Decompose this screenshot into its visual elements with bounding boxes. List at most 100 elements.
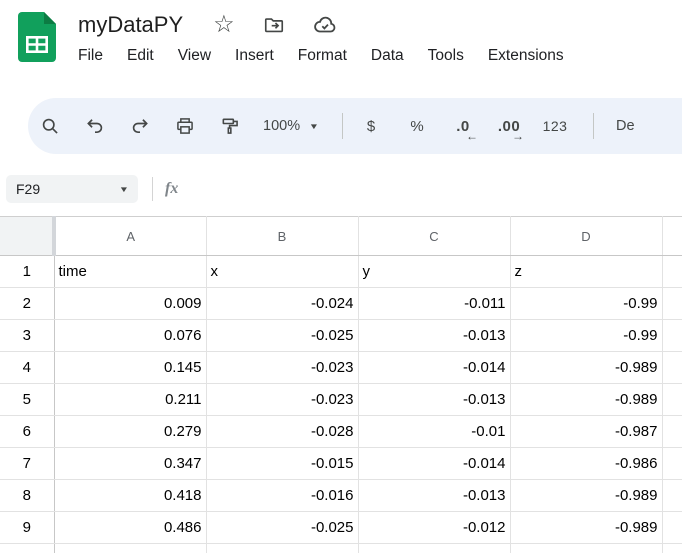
cell-C8[interactable]: -0.013	[358, 480, 510, 512]
row-header-2[interactable]: 2	[0, 288, 54, 320]
column-header-E[interactable]	[662, 217, 682, 256]
menu-edit[interactable]: Edit	[115, 43, 166, 69]
cell-D5[interactable]: -0.989	[510, 384, 662, 416]
formula-bar: F29 ▼ fx	[0, 162, 682, 216]
cell-C5[interactable]: -0.013	[358, 384, 510, 416]
row-header-9[interactable]: 9	[0, 512, 54, 544]
cell-D8[interactable]: -0.989	[510, 480, 662, 512]
column-header-B[interactable]: B	[206, 217, 358, 256]
document-title[interactable]: myDataPY	[78, 12, 183, 38]
cell-D6[interactable]: -0.987	[510, 416, 662, 448]
formula-input[interactable]	[190, 162, 682, 216]
row-header-7[interactable]: 7	[0, 448, 54, 480]
caret-down-icon[interactable]: ▼	[119, 185, 129, 194]
cell-A9[interactable]: 0.486	[54, 512, 206, 544]
print-icon[interactable]	[167, 108, 203, 144]
menu-file[interactable]: File	[66, 43, 115, 69]
cell-E2[interactable]	[662, 288, 682, 320]
zoom-control[interactable]: 100% ▼	[263, 118, 318, 134]
menu-extensions[interactable]: Extensions	[476, 43, 576, 69]
cell-A8[interactable]: 0.418	[54, 480, 206, 512]
menu-data[interactable]: Data	[359, 43, 416, 69]
undo-icon[interactable]	[77, 108, 113, 144]
cell-E9[interactable]	[662, 512, 682, 544]
cell-A1[interactable]: time	[54, 256, 206, 288]
cell-E10[interactable]	[662, 544, 682, 553]
cell-D7[interactable]: -0.986	[510, 448, 662, 480]
cell-D10[interactable]: -0.99	[510, 544, 662, 553]
cell-A2[interactable]: 0.009	[54, 288, 206, 320]
star-icon[interactable]: ☆	[213, 13, 235, 37]
cell-A3[interactable]: 0.076	[54, 320, 206, 352]
name-box[interactable]: F29 ▼	[6, 175, 138, 203]
row-header-10[interactable]: 10	[0, 544, 54, 553]
cell-E7[interactable]	[662, 448, 682, 480]
cell-C7[interactable]: -0.014	[358, 448, 510, 480]
search-icon[interactable]	[32, 108, 68, 144]
more-formats-button[interactable]: 123	[537, 108, 573, 144]
cell-C1[interactable]: y	[358, 256, 510, 288]
cell-D2[interactable]: -0.99	[510, 288, 662, 320]
cell-A10[interactable]: 0.552	[54, 544, 206, 553]
cell-E4[interactable]	[662, 352, 682, 384]
row-header-3[interactable]: 3	[0, 320, 54, 352]
row-header-1[interactable]: 1	[0, 256, 54, 288]
cell-E5[interactable]	[662, 384, 682, 416]
cell-C4[interactable]: -0.014	[358, 352, 510, 384]
arrow-right-icon: →	[512, 130, 524, 142]
menu-format[interactable]: Format	[286, 43, 359, 69]
cell-A4[interactable]: 0.145	[54, 352, 206, 384]
cell-D9[interactable]: -0.989	[510, 512, 662, 544]
cell-B8[interactable]: -0.016	[206, 480, 358, 512]
redo-icon[interactable]	[122, 108, 158, 144]
format-percent-button[interactable]: %	[399, 108, 435, 144]
cell-D4[interactable]: -0.989	[510, 352, 662, 384]
row-header-6[interactable]: 6	[0, 416, 54, 448]
column-header-D[interactable]: D	[510, 217, 662, 256]
toolbar-container: 100% ▼ $ % .0 ← .00 → 123 De	[0, 98, 682, 162]
row-header-5[interactable]: 5	[0, 384, 54, 416]
decrease-decimal-button[interactable]: .0 ←	[445, 108, 481, 144]
sheets-logo-icon[interactable]	[18, 12, 56, 62]
cell-D1[interactable]: z	[510, 256, 662, 288]
row-header-4[interactable]: 4	[0, 352, 54, 384]
cell-E3[interactable]	[662, 320, 682, 352]
cell-A6[interactable]: 0.279	[54, 416, 206, 448]
row-header-8[interactable]: 8	[0, 480, 54, 512]
cell-E6[interactable]	[662, 416, 682, 448]
column-header-A[interactable]: A	[54, 217, 206, 256]
menu-view[interactable]: View	[166, 43, 223, 69]
formula-bar-divider	[152, 177, 153, 201]
cell-E8[interactable]	[662, 480, 682, 512]
cell-D3[interactable]: -0.99	[510, 320, 662, 352]
cell-E1[interactable]	[662, 256, 682, 288]
cell-C2[interactable]: -0.011	[358, 288, 510, 320]
cell-B7[interactable]: -0.015	[206, 448, 358, 480]
cell-B10[interactable]: -0.02	[206, 544, 358, 553]
cell-B1[interactable]: x	[206, 256, 358, 288]
cell-B2[interactable]: -0.024	[206, 288, 358, 320]
increase-decimal-button[interactable]: .00 →	[491, 108, 527, 144]
cell-C10[interactable]: -0.013	[358, 544, 510, 553]
spreadsheet-grid: A B C D 1 time x y z 2 0.009 -0.024 -0.0…	[0, 216, 682, 553]
column-header-C[interactable]: C	[358, 217, 510, 256]
cell-B3[interactable]: -0.025	[206, 320, 358, 352]
cell-A7[interactable]: 0.347	[54, 448, 206, 480]
cell-B4[interactable]: -0.023	[206, 352, 358, 384]
format-currency-button[interactable]: $	[353, 108, 389, 144]
cell-B6[interactable]: -0.028	[206, 416, 358, 448]
cell-B9[interactable]: -0.025	[206, 512, 358, 544]
select-all-corner[interactable]	[0, 217, 54, 256]
cell-C6[interactable]: -0.01	[358, 416, 510, 448]
menu-insert[interactable]: Insert	[223, 43, 286, 69]
paint-format-icon[interactable]	[212, 108, 248, 144]
cloud-saved-icon[interactable]	[313, 13, 337, 37]
font-selector[interactable]: De	[616, 118, 635, 134]
move-to-folder-icon[interactable]	[263, 14, 285, 36]
menu-tools[interactable]: Tools	[416, 43, 476, 69]
cell-C9[interactable]: -0.012	[358, 512, 510, 544]
cell-C3[interactable]: -0.013	[358, 320, 510, 352]
toolbar-divider	[342, 113, 343, 139]
cell-B5[interactable]: -0.023	[206, 384, 358, 416]
cell-A5[interactable]: 0.211	[54, 384, 206, 416]
